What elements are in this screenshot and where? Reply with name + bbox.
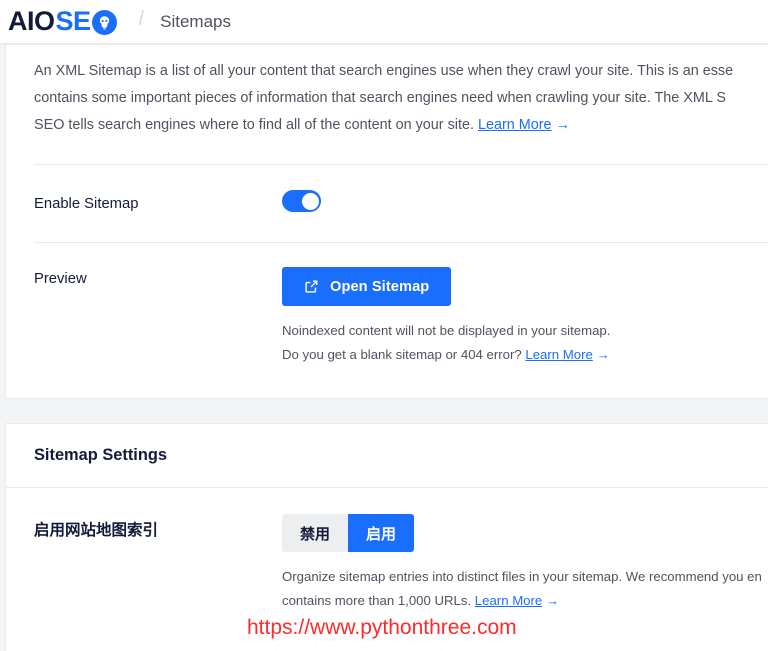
page-title: Sitemaps: [160, 11, 231, 31]
row-preview: Preview Open Sitemap Noindexed content w…: [6, 243, 768, 367]
preview-helper-line-2: Do you get a blank sitemap or 404 error?…: [282, 343, 766, 367]
logo-text-aio: AIO: [8, 6, 55, 36]
preview-helper-line-1: Noindexed content will not be displayed …: [282, 323, 611, 338]
preview-helper-line-2-text: Do you get a blank sitemap or 404 error?: [282, 347, 526, 362]
toggle-knob: [301, 192, 319, 210]
page-body: An XML Sitemap is a list of all your con…: [0, 44, 768, 651]
aioseo-logo[interactable]: AIO SE: [8, 7, 117, 37]
logo-text-seo: SE: [55, 6, 92, 36]
sitemap-overview-card: An XML Sitemap is a list of all your con…: [5, 44, 768, 399]
sitemap-index-learn-more-link[interactable]: Learn More: [475, 593, 542, 608]
intro-line-3-text: SEO tells search engines where to find a…: [34, 117, 478, 133]
intro-line-3: SEO tells search engines where to find a…: [34, 112, 766, 139]
app-header: AIO SE / Sitemaps: [0, 0, 768, 44]
open-sitemap-button-label: Open Sitemap: [330, 278, 430, 295]
intro-line-2: contains some important pieces of inform…: [34, 90, 726, 106]
row-enable-sitemap-indexes: 启用网站地图索引 禁用 启用 Organize sitemap entries …: [6, 488, 768, 613]
sitemap-index-desc-line-2-text: contains more than 1,000 URLs.: [282, 593, 475, 608]
enable-sitemap-control: [282, 190, 766, 217]
preview-helper-text: Noindexed content will not be displayed …: [282, 319, 766, 367]
intro-line-1: An XML Sitemap is a list of all your con…: [34, 63, 734, 79]
gear-circle-icon: [91, 10, 117, 35]
sitemap-index-desc-line-2: contains more than 1,000 URLs. Learn Mor…: [282, 589, 766, 613]
card-gap: [0, 399, 768, 423]
preview-learn-more-link[interactable]: Learn More: [525, 347, 592, 362]
sitemap-intro-text: An XML Sitemap is a list of all your con…: [6, 45, 768, 139]
sitemap-settings-title: Sitemap Settings: [34, 446, 167, 464]
row-enable-sitemap: Enable Sitemap: [6, 165, 768, 242]
watermark: https://www.pythonthree.com: [247, 616, 517, 639]
open-sitemap-button[interactable]: Open Sitemap: [282, 267, 452, 306]
sitemap-index-segmented-control[interactable]: 禁用 启用: [282, 514, 414, 552]
sitemap-index-description: Organize sitemap entries into distinct f…: [282, 565, 766, 613]
sitemap-settings-header: Sitemap Settings: [6, 424, 768, 488]
segment-enable-option[interactable]: 启用: [348, 514, 414, 552]
segment-disable-option[interactable]: 禁用: [282, 514, 348, 552]
external-link-icon: [304, 279, 319, 294]
sitemap-index-arrow-glyph: →: [545, 593, 560, 608]
preview-arrow-glyph: →: [596, 347, 610, 362]
intro-learn-more-link[interactable]: Learn More: [478, 117, 552, 133]
enable-sitemap-label: Enable Sitemap: [34, 195, 139, 212]
sitemap-index-desc-line-1: Organize sitemap entries into distinct f…: [282, 569, 762, 584]
preview-control: Open Sitemap Noindexed content will not …: [282, 267, 766, 367]
sitemap-index-control: 禁用 启用 Organize sitemap entries into dist…: [282, 514, 766, 613]
enable-sitemap-toggle[interactable]: [282, 190, 321, 212]
preview-label: Preview: [34, 271, 87, 287]
intro-arrow-glyph: →: [555, 117, 570, 133]
sitemap-index-label: 启用网站地图索引: [34, 522, 159, 539]
breadcrumb-separator: /: [138, 8, 145, 30]
